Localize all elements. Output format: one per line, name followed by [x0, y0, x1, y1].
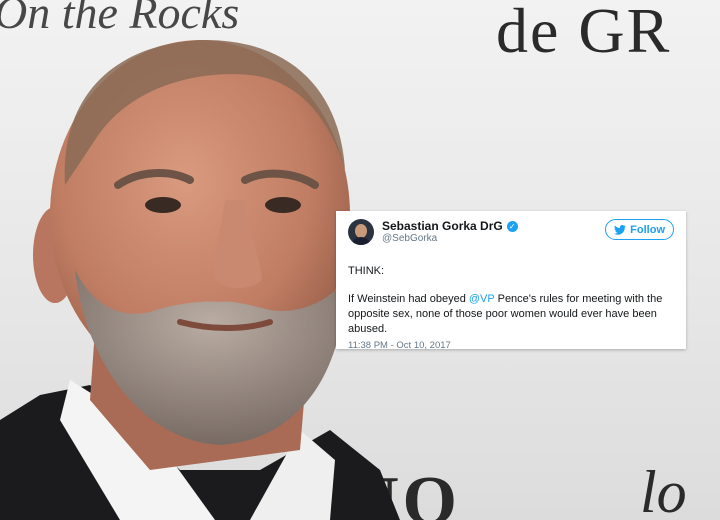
user-avatar[interactable] — [348, 219, 374, 245]
follow-label: Follow — [630, 223, 665, 236]
tweet-author: Sebastian Gorka DrG ✓ @SebGorka — [382, 219, 518, 245]
tweet-text: THINK: If Weinstein had obeyed @VP Pence… — [348, 264, 674, 337]
follow-button[interactable]: Follow — [605, 219, 674, 240]
tweet-line-2: If Weinstein had obeyed @VP Pence's rule… — [348, 292, 674, 337]
twitter-bird-icon — [614, 224, 627, 235]
tweet-line-1: THINK: — [348, 265, 385, 277]
avatar-face — [355, 224, 367, 238]
mention-link[interactable]: @VP — [469, 293, 495, 305]
verified-badge-icon: ✓ — [506, 220, 518, 232]
author-name-row: Sebastian Gorka DrG ✓ — [382, 219, 518, 233]
tweet-header: Sebastian Gorka DrG ✓ @SebGorka Follow — [348, 219, 674, 255]
embedded-tweet-card: Sebastian Gorka DrG ✓ @SebGorka Follow T… — [336, 211, 686, 351]
author-handle[interactable]: @SebGorka — [382, 233, 518, 245]
author-display-name[interactable]: Sebastian Gorka DrG — [382, 219, 503, 233]
avatar-shirt — [351, 237, 371, 245]
tweet-timestamp[interactable]: 11:38 PM - Oct 10, 2017 — [348, 340, 674, 351]
tweet-text-before-mention: If Weinstein had obeyed — [348, 293, 469, 305]
